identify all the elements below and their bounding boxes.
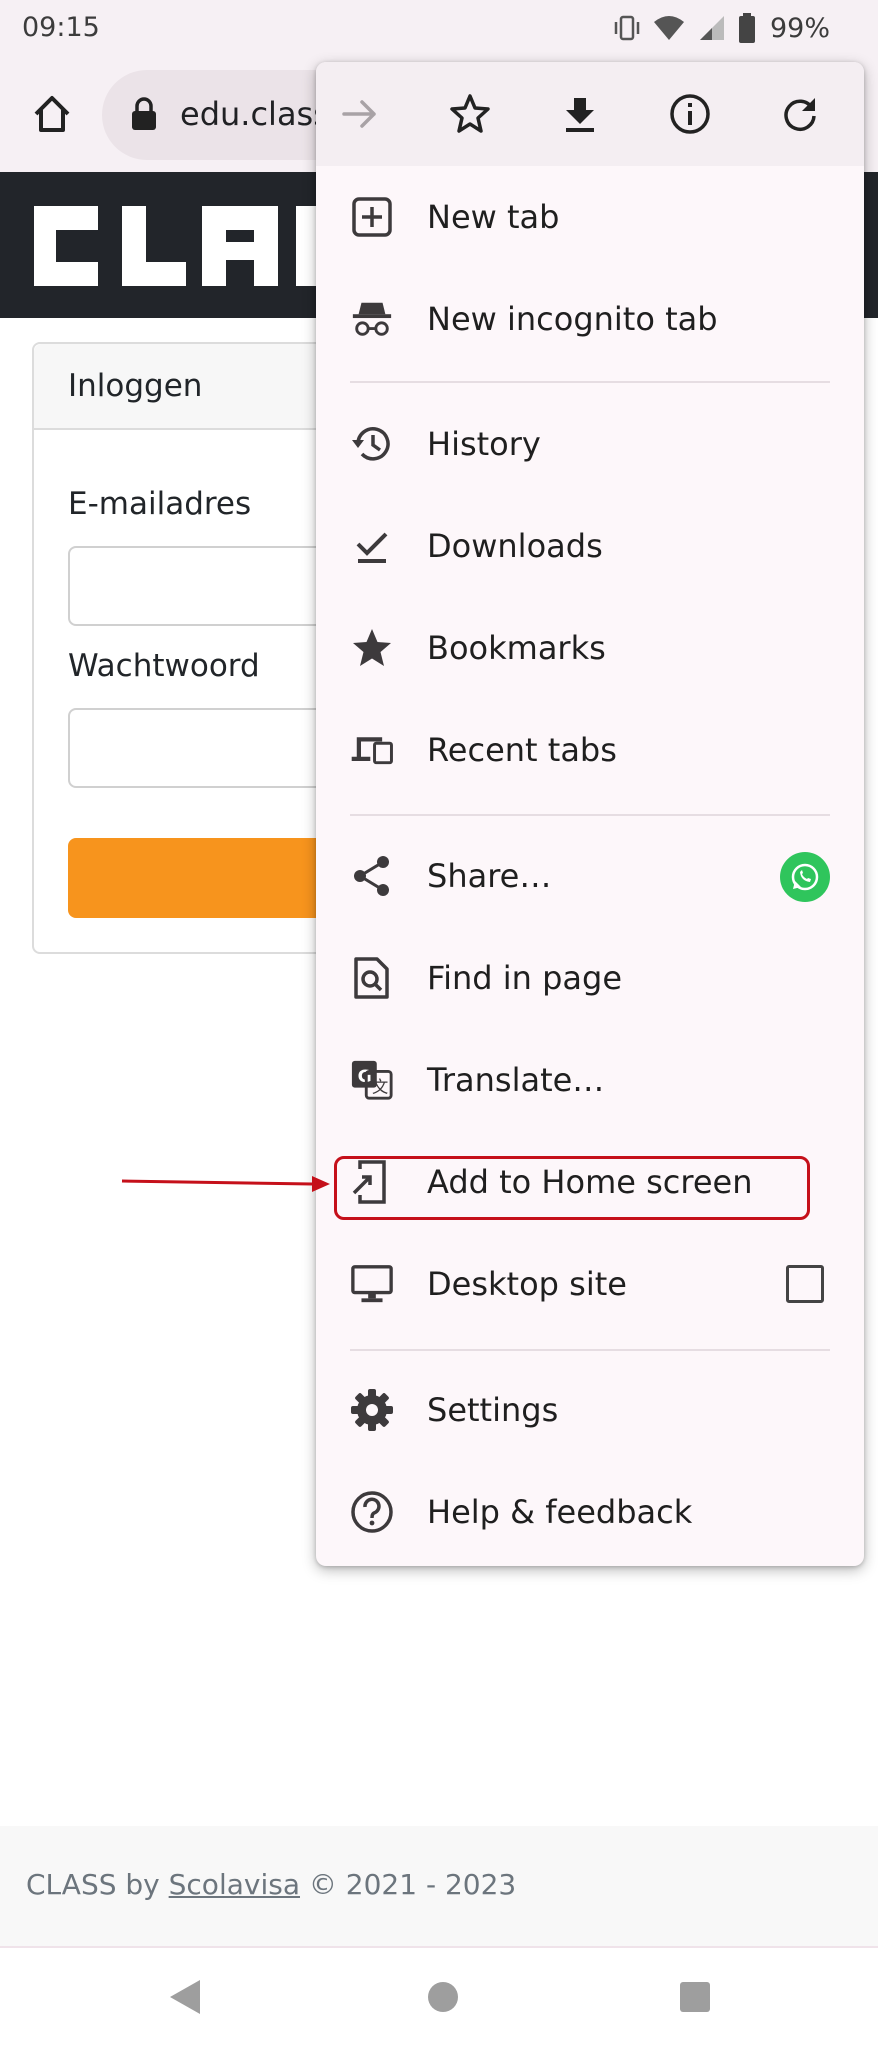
menu-item-new-incognito-tab[interactable]: New incognito tab: [316, 268, 864, 370]
menu-item-label: Share…: [427, 857, 552, 895]
page-info-icon: [670, 94, 710, 134]
menu-item-label: Find in page: [427, 959, 622, 997]
reload-button[interactable]: [774, 88, 826, 140]
menu-item-settings[interactable]: Settings: [316, 1359, 864, 1461]
menu-item-label: New tab: [427, 198, 560, 236]
menu-item-bookmarks[interactable]: Bookmarks: [316, 597, 864, 699]
menu-divider: [350, 1349, 830, 1351]
find-in-page-icon: [350, 956, 394, 1000]
vibrate-icon: [614, 15, 640, 41]
footer-suffix: © 2021 - 2023: [299, 1868, 517, 1901]
menu-item-label: Desktop site: [427, 1265, 627, 1303]
home-button[interactable]: [26, 88, 78, 140]
page-info-button[interactable]: [664, 88, 716, 140]
share-icon: [350, 854, 394, 898]
menu-item-label: Bookmarks: [427, 629, 606, 667]
menu-item-label: Downloads: [427, 527, 603, 565]
footer-link[interactable]: Scolavisa: [169, 1868, 300, 1901]
menu-item-label: New incognito tab: [427, 300, 718, 338]
back-icon[interactable]: [168, 1978, 202, 2016]
footer-text: CLASS by Scolavisa © 2021 - 2023: [26, 1868, 516, 1901]
devices-icon: [350, 728, 394, 772]
overflow-menu: New tab New incognito tab History Downlo…: [316, 62, 864, 1566]
footer-prefix: CLASS by: [26, 1868, 169, 1901]
wifi-icon: [653, 16, 684, 40]
url-text: edu.class: [180, 95, 330, 133]
battery-percent: 99%: [769, 12, 830, 44]
menu-action-row: [316, 62, 864, 166]
menu-item-label: Help & feedback: [427, 1493, 693, 1531]
bookmark-star-icon: [450, 94, 490, 133]
forward-icon: [342, 100, 376, 128]
whatsapp-icon[interactable]: [780, 852, 830, 902]
status-time: 09:15: [22, 12, 100, 43]
annotation-highlight-box: [334, 1156, 810, 1220]
signal-icon: [699, 16, 724, 40]
downloads-icon: [350, 524, 394, 568]
desktop-icon: [350, 1262, 394, 1306]
reload-icon: [784, 98, 816, 131]
menu-item-label: History: [427, 425, 541, 463]
menu-divider: [350, 381, 830, 383]
svg-text:文: 文: [372, 1077, 388, 1096]
menu-item-desktop-site[interactable]: Desktop site: [316, 1233, 864, 1335]
status-icons: 99%: [612, 10, 830, 46]
forward-button[interactable]: [334, 88, 386, 140]
menu-item-help-feedback[interactable]: Help & feedback: [316, 1461, 864, 1563]
menu-item-share[interactable]: Share…: [316, 825, 864, 927]
menu-item-recent-tabs[interactable]: Recent tabs: [316, 699, 864, 801]
menu-item-label: Translate…: [427, 1061, 605, 1099]
password-label: Wachtwoord: [68, 648, 260, 684]
email-label: E-mailadres: [68, 486, 252, 522]
system-navbar: [0, 1948, 878, 2048]
bookmarks-icon: [350, 626, 394, 670]
settings-icon: [350, 1388, 394, 1432]
history-icon: [350, 422, 394, 466]
menu-item-downloads[interactable]: Downloads: [316, 495, 864, 597]
new-tab-icon: [350, 195, 394, 239]
menu-item-label: Settings: [427, 1391, 559, 1429]
lock-icon: [132, 97, 156, 130]
annotation-arrow: [121, 1176, 330, 1192]
class-logo: [34, 206, 326, 286]
menu-item-history[interactable]: History: [316, 393, 864, 495]
home-icon: [34, 96, 70, 132]
card-title: Inloggen: [68, 368, 203, 404]
menu-divider: [350, 814, 830, 816]
recents-icon[interactable]: [680, 1982, 710, 2012]
translate-icon: G文: [350, 1058, 394, 1102]
status-bar: 09:15 99%: [0, 0, 878, 56]
battery-icon: [738, 13, 755, 43]
incognito-icon: [350, 297, 394, 341]
download-icon: [566, 98, 594, 132]
menu-item-new-tab[interactable]: New tab: [316, 166, 864, 268]
menu-item-label: Recent tabs: [427, 731, 617, 769]
bookmark-button[interactable]: [444, 88, 496, 140]
menu-item-translate[interactable]: G文 Translate…: [316, 1029, 864, 1131]
help-icon: [350, 1490, 394, 1534]
svg-text:G: G: [358, 1067, 372, 1087]
download-button[interactable]: [554, 88, 606, 140]
menu-item-find-in-page[interactable]: Find in page: [316, 927, 864, 1029]
home-nav-icon[interactable]: [428, 1982, 458, 2012]
desktop-site-checkbox[interactable]: [786, 1265, 824, 1303]
page-footer: CLASS by Scolavisa © 2021 - 2023: [0, 1826, 878, 1948]
